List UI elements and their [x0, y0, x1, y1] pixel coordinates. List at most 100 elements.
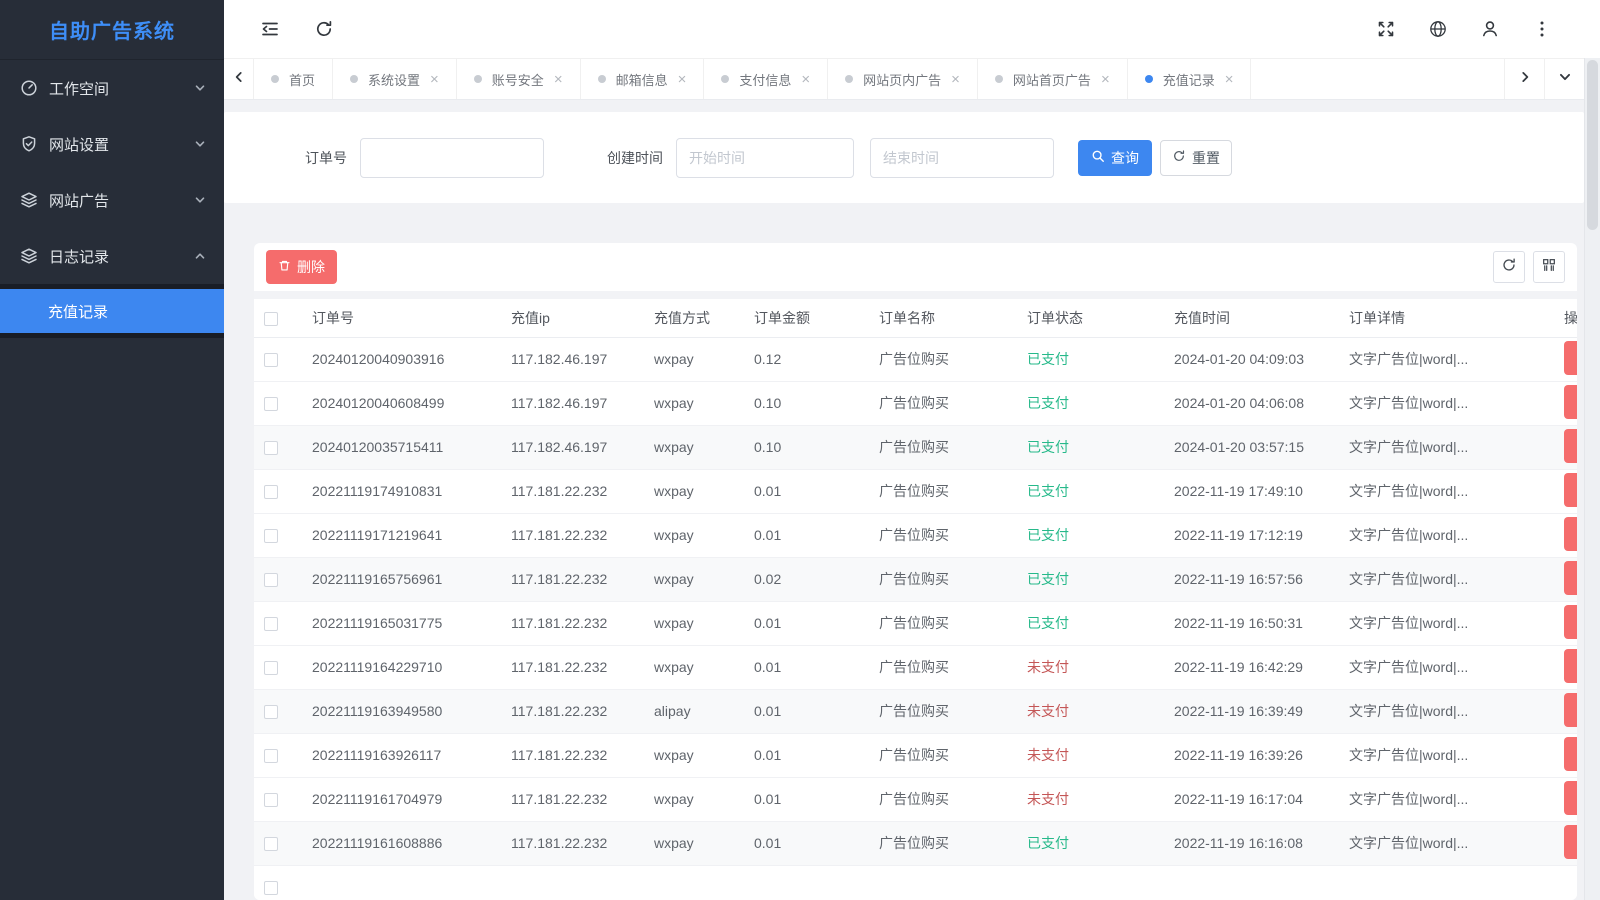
row-delete-button[interactable]	[1564, 649, 1577, 683]
row-delete-button[interactable]	[1564, 429, 1577, 463]
filter-card: 订单号 创建时间 查询 重置	[224, 112, 1584, 203]
row-checkbox[interactable]	[264, 573, 278, 587]
row-delete-button[interactable]	[1564, 825, 1577, 859]
scrollbar-thumb[interactable]	[1587, 60, 1598, 230]
sidebar-item-0[interactable]: 工作空间	[0, 60, 224, 116]
row-delete-button[interactable]	[1564, 781, 1577, 815]
cell-method: wxpay	[644, 469, 744, 513]
reset-button[interactable]: 重置	[1160, 140, 1232, 176]
row-checkbox[interactable]	[264, 397, 278, 411]
row-delete-button[interactable]	[1564, 517, 1577, 551]
row-delete-button[interactable]	[1564, 561, 1577, 595]
cell-order-no: 20221119161704979	[302, 777, 501, 821]
table-refresh-button[interactable]	[1493, 251, 1525, 283]
row-checkbox[interactable]	[264, 749, 278, 763]
cell-status: 未支付	[1017, 733, 1164, 777]
tab-6[interactable]: 网站首页广告×	[978, 59, 1128, 99]
refresh-icon[interactable]	[314, 19, 334, 39]
chevron-down-icon	[194, 138, 206, 150]
row-checkbox[interactable]	[264, 837, 278, 851]
tab-close-icon[interactable]: ×	[1225, 72, 1234, 87]
tab-close-icon[interactable]: ×	[554, 72, 563, 87]
cell-detail: 文字广告位|word|...	[1339, 645, 1554, 689]
sidebar-item-2[interactable]: 网站广告	[0, 172, 224, 228]
row-delete-button[interactable]	[1564, 693, 1577, 727]
row-checkbox[interactable]	[264, 661, 278, 675]
trash-icon	[278, 259, 291, 275]
tab-label: 账号安全	[492, 70, 544, 89]
row-checkbox[interactable]	[264, 705, 278, 719]
tab-2[interactable]: 账号安全 ×	[457, 59, 581, 99]
row-checkbox-cell	[254, 425, 302, 469]
sidebar-item-3[interactable]: 日志记录	[0, 228, 224, 284]
app-window: 自助广告系统 工作空间网站设置网站广告日志记录充值记录 首页系统设置×账号安全×…	[0, 0, 1600, 900]
search-button[interactable]: 查询	[1078, 140, 1152, 176]
table-row: 20221119161608886 117.181.22.232 wxpay 0…	[254, 821, 1577, 865]
row-checkbox[interactable]	[264, 881, 278, 895]
tab-close-icon[interactable]: ×	[801, 72, 810, 87]
fullscreen-icon[interactable]	[1376, 19, 1396, 39]
row-checkbox[interactable]	[264, 441, 278, 455]
row-delete-button[interactable]	[1564, 341, 1577, 375]
tab-0[interactable]: 首页	[254, 59, 333, 99]
cell-time: 2022-11-19 17:49:10	[1164, 469, 1339, 513]
tab-prev-button[interactable]	[224, 59, 254, 99]
recharge-table-body: 20240120040903916 117.182.46.197 wxpay 0…	[254, 337, 1577, 900]
tab-dropdown-button[interactable]	[1544, 59, 1584, 99]
row-checkbox[interactable]	[264, 485, 278, 499]
cell-name: 广告位购买	[869, 777, 1017, 821]
tab-3[interactable]: 邮箱信息×	[581, 59, 705, 99]
tab-close-icon[interactable]: ×	[678, 72, 687, 87]
cell-name: 广告位购买	[869, 337, 1017, 381]
row-delete-button[interactable]	[1564, 737, 1577, 771]
delete-button[interactable]: 删除	[266, 250, 337, 284]
table-toolbar: 删除	[254, 243, 1577, 291]
cell-time: 2022-11-19 16:39:49	[1164, 689, 1339, 733]
row-checkbox[interactable]	[264, 529, 278, 543]
cell-method: wxpay	[644, 821, 744, 865]
cell-amount	[744, 865, 869, 900]
tab-close-icon[interactable]: ×	[1101, 72, 1110, 87]
cell-ip: 117.182.46.197	[501, 425, 644, 469]
cell-amount: 0.01	[744, 645, 869, 689]
globe-icon[interactable]	[1428, 19, 1448, 39]
tab-next-button[interactable]	[1504, 59, 1544, 99]
tab-4[interactable]: 支付信息×	[704, 59, 828, 99]
tab-close-icon[interactable]: ×	[430, 72, 439, 87]
table-row: 20221119164229710 117.181.22.232 wxpay 0…	[254, 645, 1577, 689]
vertical-scrollbar[interactable]	[1584, 58, 1600, 900]
sidebar-item-1[interactable]: 网站设置	[0, 116, 224, 172]
table-row: 20240120035715411 117.182.46.197 wxpay 0…	[254, 425, 1577, 469]
menu-fold-icon[interactable]	[260, 19, 280, 39]
row-checkbox[interactable]	[264, 353, 278, 367]
column-header-amount: 订单金额	[744, 299, 869, 337]
tab-1[interactable]: 系统设置 ×	[333, 59, 457, 99]
cell-status: 已支付	[1017, 821, 1164, 865]
row-checkbox[interactable]	[264, 617, 278, 631]
start-time-input[interactable]	[676, 138, 854, 178]
end-time-input[interactable]	[870, 138, 1054, 178]
tab-list: 首页系统设置×账号安全×邮箱信息×支付信息×网站页内广告×网站首页广告×充值记录…	[254, 59, 1504, 99]
cell-time: 2022-11-19 16:42:29	[1164, 645, 1339, 689]
cell-detail: 文字广告位|word|...	[1339, 469, 1554, 513]
table-columns-button[interactable]	[1533, 251, 1565, 283]
tab-label: 系统设置	[368, 70, 420, 89]
cell-order-no	[302, 865, 501, 900]
row-checkbox-cell	[254, 601, 302, 645]
row-delete-button[interactable]	[1564, 473, 1577, 507]
cell-name: 广告位购买	[869, 425, 1017, 469]
table-row: 20221119165756961 117.181.22.232 wxpay 0…	[254, 557, 1577, 601]
row-delete-button[interactable]	[1564, 605, 1577, 639]
kebab-menu-icon[interactable]	[1532, 19, 1552, 39]
tab-5[interactable]: 网站页内广告×	[828, 59, 978, 99]
cell-time: 2022-11-19 16:57:56	[1164, 557, 1339, 601]
tab-close-icon[interactable]: ×	[951, 72, 960, 87]
order-no-input[interactable]	[360, 138, 544, 178]
table-wrapper: 订单号 充值ip 充值方式 订单金额 订单名称 订单状态 充值时间 订单详情 操…	[254, 299, 1577, 900]
tab-7[interactable]: 充值记录×	[1128, 59, 1252, 99]
sidebar-subitem-0[interactable]: 充值记录	[0, 289, 224, 333]
select-all-checkbox[interactable]	[264, 312, 278, 326]
row-delete-button[interactable]	[1564, 385, 1577, 419]
user-icon[interactable]	[1480, 19, 1500, 39]
row-checkbox[interactable]	[264, 793, 278, 807]
